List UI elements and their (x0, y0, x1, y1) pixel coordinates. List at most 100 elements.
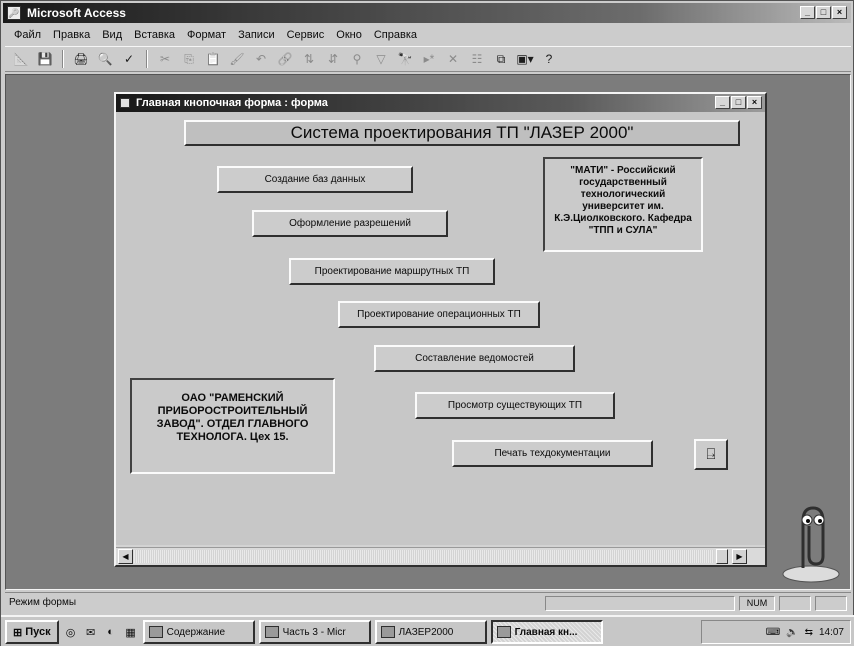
close-button[interactable]: × (832, 6, 847, 19)
menu-help[interactable]: Справка (371, 29, 420, 41)
num-lock-indicator: NUM (739, 596, 775, 611)
network-icon[interactable]: ⇆ (805, 627, 813, 638)
cut-icon[interactable]: ✂ (155, 49, 175, 69)
mati-line: К.Э.Циолковского. Кафедра (554, 213, 692, 224)
task-label: ЛАЗЕР2000 (398, 626, 454, 638)
restore-button[interactable]: □ (816, 6, 831, 19)
quicklaunch-desktop-icon[interactable]: ▦ (123, 624, 139, 640)
menu-window[interactable]: Окно (333, 29, 365, 41)
view-icon[interactable]: 📐 (11, 49, 31, 69)
menu-file[interactable]: Файл (11, 29, 44, 41)
taskbar: ⊞ Пуск ◎ ✉ ◐ ▦ Содержание Часть 3 - Micr… (1, 615, 854, 646)
properties-icon[interactable]: ☷ (467, 49, 487, 69)
new-record-icon[interactable]: ▸* (419, 49, 439, 69)
menu-insert[interactable]: Вставка (131, 29, 178, 41)
quicklaunch-mail-icon[interactable]: ✉ (83, 624, 99, 640)
paste-icon[interactable]: 📋 (203, 49, 223, 69)
form-icon (120, 98, 130, 108)
form-close-button[interactable]: × (747, 96, 762, 109)
statements-button[interactable]: Составление ведомостей (374, 345, 575, 372)
view-existing-tp-button[interactable]: Просмотр существующих ТП (415, 392, 615, 419)
undo-icon[interactable]: ↶ (251, 49, 271, 69)
quicklaunch-browser-icon[interactable]: ◎ (63, 624, 79, 640)
horizontal-scrollbar[interactable]: ◀ ▶ (116, 547, 765, 565)
format-painter-icon[interactable]: 🖌 (227, 49, 247, 69)
form-minimize-button[interactable]: _ (715, 96, 730, 109)
app-titlebar[interactable]: 🔑 Microsoft Access _ □ × (3, 3, 851, 23)
task-word-document[interactable]: Часть 3 - Micr (258, 620, 371, 644)
menu-records[interactable]: Записи (235, 29, 278, 41)
save-icon[interactable]: 💾 (35, 49, 55, 69)
copy-icon[interactable]: ⎘ (179, 49, 199, 69)
print-documentation-button[interactable]: Печать техдокументации (452, 440, 653, 467)
operation-tp-design-button[interactable]: Проектирование операционных ТП (338, 301, 540, 328)
form-icon (496, 626, 511, 638)
status-panel (815, 596, 847, 611)
ramensky-line: ТЕХНОЛОГА. Цех 15. (176, 431, 289, 443)
task-label: Часть 3 - Micr (282, 626, 346, 638)
sort-descending-icon[interactable]: ⇵ (323, 49, 343, 69)
exit-button[interactable]: ⍈ (694, 439, 728, 470)
help-book-icon (148, 626, 163, 638)
scroll-right-arrow-icon[interactable]: ▶ (732, 549, 747, 564)
filter-by-selection-icon[interactable]: ⚲ (347, 49, 367, 69)
app-title: Microsoft Access (27, 6, 126, 20)
database-window-icon[interactable]: ⧉ (491, 49, 511, 69)
create-database-button[interactable]: Создание баз данных (217, 166, 413, 193)
toolbar-separator (62, 50, 64, 68)
help-icon[interactable]: ? (539, 49, 559, 69)
app-window-controls: _ □ × (800, 6, 847, 19)
access-key-icon: 🔑 (7, 6, 21, 20)
mati-line: "МАТИ" - Российский (570, 165, 676, 176)
form-body: Система проектирования ТП "ЛАЗЕР 2000" С… (116, 112, 765, 545)
insert-hyperlink-icon[interactable]: 🔗 (275, 49, 295, 69)
status-mode: Режим формы (9, 597, 77, 608)
minimize-button[interactable]: _ (800, 6, 815, 19)
scroll-left-arrow-icon[interactable]: ◀ (118, 549, 133, 564)
form-titlebar[interactable]: Главная кнопочная форма : форма (116, 94, 765, 112)
menu-edit[interactable]: Правка (50, 29, 93, 41)
ramensky-plant-label: ОАО "РАМЕНСКИЙ ПРИБОРОСТРОИТЕЛЬНЫЙ ЗАВОД… (130, 378, 335, 474)
delete-record-icon[interactable]: ✕ (443, 49, 463, 69)
toolbar: 📐 💾 🖨 🔍 ✓ ✂ ⎘ 📋 🖌 ↶ 🔗 ⇅ ⇵ ⚲ ▽ 🔭 ▸* ✕ ☷ ⧉… (5, 46, 851, 72)
sort-ascending-icon[interactable]: ⇅ (299, 49, 319, 69)
print-icon[interactable]: 🖨 (71, 49, 91, 69)
status-panel (545, 596, 735, 611)
new-object-icon[interactable]: ▣▾ (515, 49, 535, 69)
ramensky-line: ОАО "РАМЕНСКИЙ (181, 392, 284, 404)
quicklaunch-channels-icon[interactable]: ◐ (103, 624, 119, 640)
route-tp-design-button[interactable]: Проектирование маршрутных ТП (289, 258, 495, 285)
start-label: Пуск (25, 626, 51, 638)
windows-logo-icon: ⊞ (13, 626, 23, 639)
scroll-track[interactable] (134, 550, 714, 563)
menu-view[interactable]: Вид (99, 29, 125, 41)
volume-icon[interactable]: 🔈 (786, 627, 798, 638)
clock[interactable]: 14:07 (819, 627, 844, 638)
form-window-controls: _ □ × (715, 96, 762, 109)
task-main-switchboard[interactable]: Главная кн... (490, 620, 603, 644)
form-restore-button[interactable]: □ (731, 96, 746, 109)
exit-door-icon: ⍈ (706, 446, 716, 463)
task-lazer2000[interactable]: ЛАЗЕР2000 (374, 620, 487, 644)
status-bar: Режим формы NUM (5, 592, 851, 612)
access-window: 🔑 Microsoft Access _ □ × Файл Правка Вид… (0, 0, 854, 646)
start-button[interactable]: ⊞ Пуск (5, 620, 59, 644)
spelling-icon[interactable]: ✓ (119, 49, 139, 69)
menu-tools[interactable]: Сервис (284, 29, 328, 41)
form-title: Главная кнопочная форма : форма (136, 97, 328, 109)
system-tray: ⌨ 🔈 ⇆ 14:07 (701, 620, 851, 644)
office-assistant-clip-icon[interactable] (773, 496, 841, 586)
mati-line: университет им. (582, 201, 664, 212)
apply-filter-icon[interactable]: ▽ (371, 49, 391, 69)
scroll-thumb[interactable] (716, 549, 728, 564)
toolbar-separator (146, 50, 148, 68)
status-panel (779, 596, 811, 611)
task-label: Содержание (166, 626, 226, 638)
menu-format[interactable]: Формат (184, 29, 229, 41)
keyboard-layout-icon[interactable]: ⌨ (766, 627, 780, 638)
find-icon[interactable]: 🔭 (395, 49, 415, 69)
word-document-icon (264, 626, 279, 638)
permissions-button[interactable]: Оформление разрешений (252, 210, 448, 237)
task-contents[interactable]: Содержание (142, 620, 255, 644)
print-preview-icon[interactable]: 🔍 (95, 49, 115, 69)
